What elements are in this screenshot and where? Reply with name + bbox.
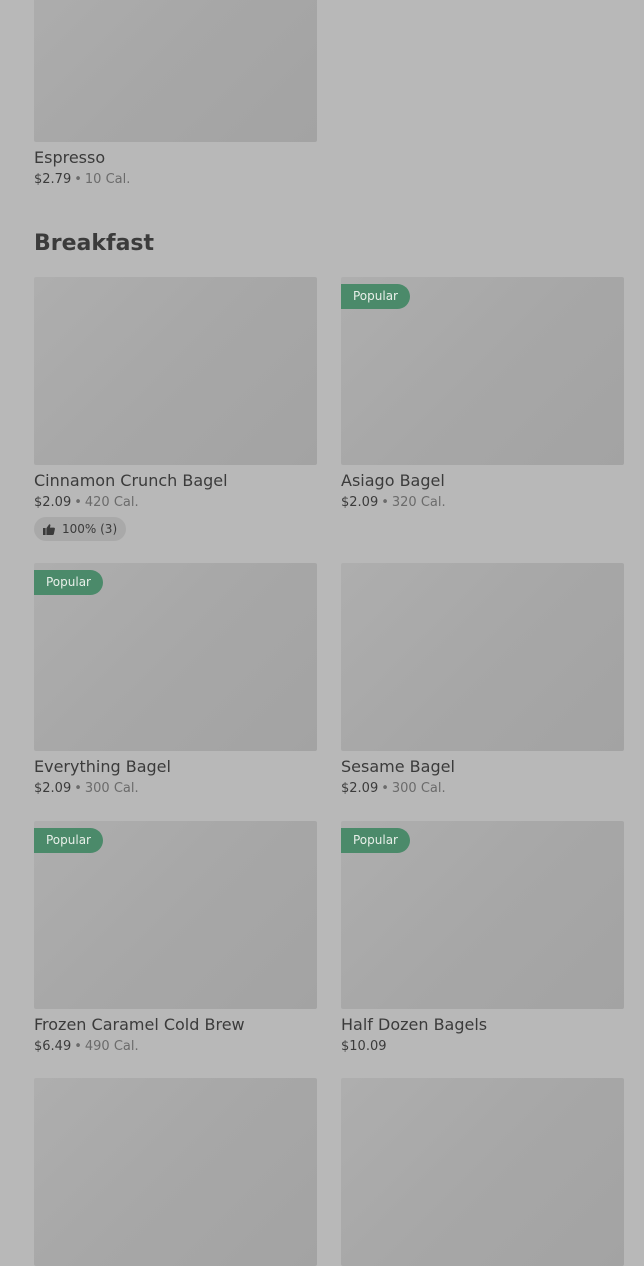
- menu-item-meta: $2.09 • 300 Cal.: [34, 779, 317, 799]
- menu-item-image: Popular: [341, 277, 624, 465]
- menu-item-image: [341, 1078, 624, 1266]
- popular-badge: Popular: [341, 828, 410, 853]
- menu-item-price: $2.09: [34, 495, 72, 510]
- menu-item-calories: 10 Cal.: [84, 172, 131, 187]
- menu-item-calories: 490 Cal.: [84, 1039, 139, 1054]
- menu-item-calories: 420 Cal.: [84, 495, 139, 510]
- menu-item-meta: $10.09: [341, 1037, 624, 1057]
- menu-item-card[interactable]: Sesame Bagel $2.09 • 300 Cal.: [341, 563, 624, 799]
- separator-dot: •: [74, 781, 82, 796]
- menu-item-price: $2.09: [341, 495, 379, 510]
- menu-item-image: [34, 1078, 317, 1266]
- menu-item-image: Popular: [341, 821, 624, 1009]
- menu-item-calories: 320 Cal.: [391, 495, 446, 510]
- menu-item-name: Asiago Bagel: [341, 471, 445, 490]
- menu-item-card[interactable]: Popular Frozen Caramel Cold Brew $6.49 • 4…: [34, 821, 317, 1057]
- menu-item-price: $6.49: [34, 1039, 72, 1054]
- menu-item-name: Cinnamon Crunch Bagel: [34, 471, 228, 490]
- popular-badge: Popular: [34, 570, 103, 595]
- thumbs-up-icon: [43, 523, 55, 535]
- menu-item-meta: $2.09 • 320 Cal.: [341, 493, 624, 513]
- menu-item-price: $2.09: [34, 781, 72, 796]
- menu-item-meta: $2.09 • 300 Cal.: [341, 779, 624, 799]
- menu-item-card[interactable]: Popular Asiago Bagel $2.09 • 320 Cal.: [341, 277, 624, 513]
- menu-item-card[interactable]: [34, 1078, 317, 1266]
- section-title: Breakfast: [34, 231, 155, 256]
- menu-item-price: $10.09: [341, 1039, 387, 1054]
- separator-dot: •: [381, 781, 389, 796]
- menu-item-image: Popular: [34, 821, 317, 1009]
- popular-badge: Popular: [341, 284, 410, 309]
- menu-item-name: Sesame Bagel: [341, 757, 455, 776]
- rating-text: 100% (3): [62, 522, 118, 536]
- menu-item-name: Half Dozen Bagels: [341, 1015, 488, 1034]
- menu-item-meta: $6.49 • 490 Cal.: [34, 1037, 317, 1057]
- separator-dot: •: [74, 1039, 82, 1054]
- rating-badge: 100% (3): [34, 517, 127, 541]
- menu-item-price: $2.79: [34, 172, 72, 187]
- menu-item-meta: $2.79 • 10 Cal.: [34, 170, 317, 190]
- menu-item-calories: 300 Cal.: [84, 781, 139, 796]
- separator-dot: •: [74, 495, 82, 510]
- menu-item-calories: 300 Cal.: [391, 781, 446, 796]
- menu-item-name: Everything Bagel: [34, 757, 171, 776]
- menu-item-card[interactable]: Popular Half Dozen Bagels $10.09: [341, 821, 624, 1057]
- menu-item-image: Popular: [34, 563, 317, 751]
- menu-item-price: $2.09: [341, 781, 379, 796]
- menu-item-card[interactable]: Popular Everything Bagel $2.09 • 300 Cal.: [34, 563, 317, 799]
- menu-item-image: [34, 0, 317, 142]
- menu-item-image: [341, 563, 624, 751]
- menu-item-image: [34, 277, 317, 465]
- menu-item-card[interactable]: Cinnamon Crunch Bagel $2.09 • 420 Cal. 100…: [34, 277, 317, 541]
- popular-badge: Popular: [34, 828, 103, 853]
- menu-item-name: Frozen Caramel Cold Brew: [34, 1015, 245, 1034]
- separator-dot: •: [74, 172, 82, 187]
- menu-item-card[interactable]: Espresso $2.79 • 10 Cal.: [34, 0, 317, 190]
- menu-item-name: Espresso: [34, 148, 106, 167]
- separator-dot: •: [381, 495, 389, 510]
- menu-item-card[interactable]: [341, 1078, 624, 1266]
- menu-item-meta: $2.09 • 420 Cal.: [34, 493, 317, 513]
